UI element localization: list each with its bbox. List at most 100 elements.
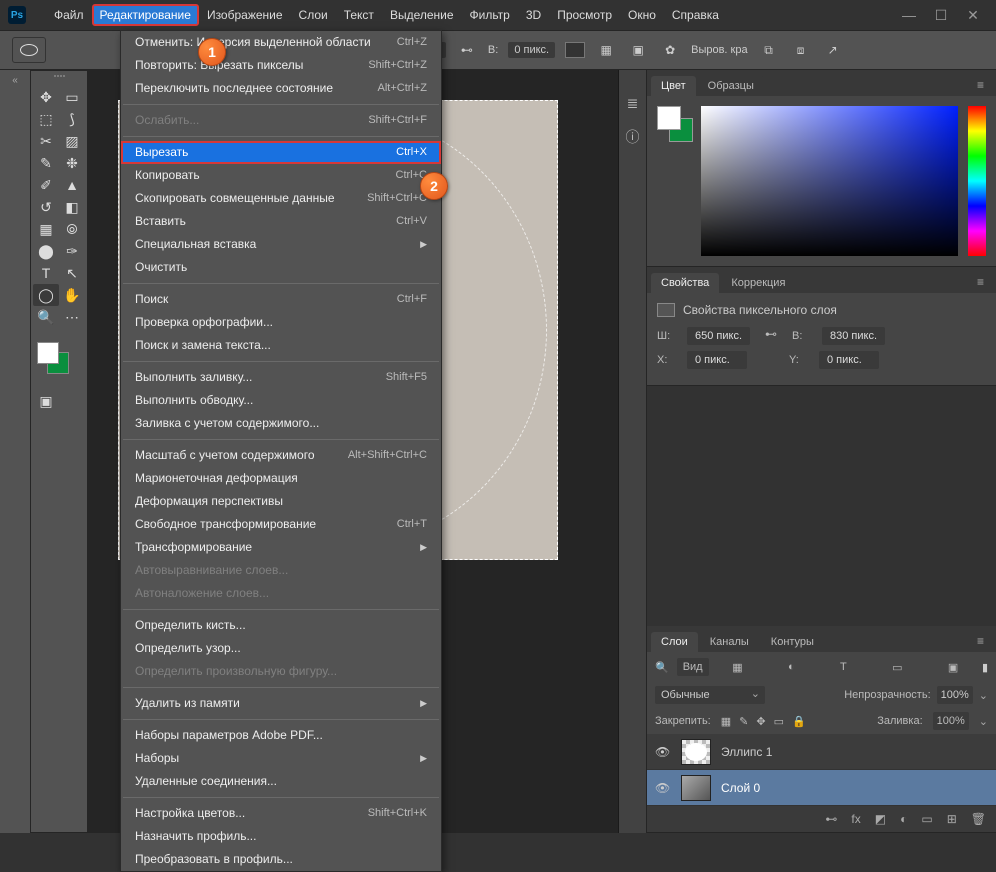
menu-item[interactable]: Поиск и замена текста...: [121, 334, 441, 357]
crop-tool[interactable]: ✂: [33, 130, 59, 152]
filter-type-icon[interactable]: T: [840, 661, 847, 674]
menu-item[interactable]: Назначить профиль...: [121, 825, 441, 848]
menu-item[interactable]: Повторить: Вырезать пикселыShift+Ctrl+Z: [121, 54, 441, 77]
panel-menu-icon[interactable]: ≡: [969, 74, 992, 96]
tab-color[interactable]: Цвет: [651, 76, 696, 96]
menu-item[interactable]: Наборы параметров Adobe PDF...: [121, 724, 441, 747]
menu-item[interactable]: Наборы▶: [121, 747, 441, 770]
menu-просмотр[interactable]: Просмотр: [549, 4, 620, 26]
stroke-path-icon[interactable]: ▦: [595, 39, 617, 61]
lock-position-icon[interactable]: ✥: [756, 715, 765, 728]
healing-tool[interactable]: ❉: [59, 152, 85, 174]
ellipse-tool[interactable]: ◯: [33, 284, 59, 306]
lock-all-icon[interactable]: 🔒: [792, 715, 806, 728]
layer-mask-icon[interactable]: ◩: [875, 812, 886, 826]
menu-item[interactable]: Выполнить заливку...Shift+F5: [121, 366, 441, 389]
info-panel-icon[interactable]: ⓘ: [624, 128, 642, 146]
menu-item[interactable]: Определить узор...: [121, 637, 441, 660]
link-layers-icon[interactable]: ⊷: [825, 812, 837, 826]
lock-artboard-icon[interactable]: ▭: [774, 715, 784, 728]
fill-value[interactable]: 100%: [933, 712, 969, 730]
menu-item[interactable]: Специальная вставка▶: [121, 233, 441, 256]
panel-menu-icon[interactable]: ≡: [969, 630, 992, 652]
menu-item[interactable]: Свободное трансформированиеCtrl+T: [121, 513, 441, 536]
history-brush-tool[interactable]: ↺: [33, 196, 59, 218]
menu-item[interactable]: Отменить: Инверсия выделенной областиCtr…: [121, 31, 441, 54]
panel-collapse-icon[interactable]: «: [4, 72, 26, 88]
dodge-tool[interactable]: ⬤: [33, 240, 59, 262]
layer-fx-icon[interactable]: fx: [851, 812, 860, 826]
menu-item[interactable]: ПоискCtrl+F: [121, 288, 441, 311]
tab-adjustments[interactable]: Коррекция: [721, 273, 795, 293]
link-icon[interactable]: ⊷: [456, 39, 478, 61]
pen-tool[interactable]: ✑: [59, 240, 85, 262]
color-swatches[interactable]: [37, 342, 69, 374]
menu-справка[interactable]: Справка: [664, 4, 727, 26]
stamp-tool[interactable]: ▲: [59, 174, 85, 196]
move-tool[interactable]: ✥: [33, 86, 59, 108]
menu-item[interactable]: Настройка цветов...Shift+Ctrl+K: [121, 802, 441, 825]
layer-filter-select[interactable]: Вид: [677, 658, 709, 676]
menu-текст[interactable]: Текст: [336, 4, 382, 26]
close-button[interactable]: ✕: [966, 8, 980, 22]
tab-properties[interactable]: Свойства: [651, 273, 719, 293]
gradient-tool[interactable]: ▦: [33, 218, 59, 240]
menu-item[interactable]: Проверка орфографии...: [121, 311, 441, 334]
color-fg-bg-swatch[interactable]: [657, 106, 691, 140]
menu-item[interactable]: Выполнить обводку...: [121, 389, 441, 412]
menu-item[interactable]: Деформация перспективы: [121, 490, 441, 513]
group-icon[interactable]: ▭: [921, 812, 932, 826]
visibility-icon[interactable]: 👁: [655, 781, 671, 795]
history-panel-icon[interactable]: ≣: [624, 94, 642, 112]
menu-item[interactable]: Трансформирование▶: [121, 536, 441, 559]
menu-слои[interactable]: Слои: [291, 4, 336, 26]
edit-toolbar[interactable]: ⋯: [59, 306, 85, 328]
menu-item[interactable]: ВырезатьCtrl+X: [121, 141, 441, 164]
path-select-tool[interactable]: ↖: [59, 262, 85, 284]
hue-slider[interactable]: [968, 106, 986, 256]
tab-layers[interactable]: Слои: [651, 632, 698, 652]
prop-y[interactable]: 0 пикс.: [819, 351, 879, 369]
eyedropper-tool[interactable]: ✎: [33, 152, 59, 174]
opacity-value[interactable]: 100%: [937, 686, 973, 704]
prop-height[interactable]: 830 пикс.: [822, 327, 885, 345]
menu-фильтр[interactable]: Фильтр: [462, 4, 518, 26]
artboard-tool[interactable]: ▭: [59, 86, 85, 108]
menu-item[interactable]: ВставитьCtrl+V: [121, 210, 441, 233]
menu-item[interactable]: Марионеточная деформация: [121, 467, 441, 490]
maximize-button[interactable]: ☐: [934, 8, 948, 22]
arrange-icon[interactable]: ⧉: [758, 39, 780, 61]
menu-item[interactable]: Очистить: [121, 256, 441, 279]
minimize-button[interactable]: —: [902, 8, 916, 22]
menu-выделение[interactable]: Выделение: [382, 4, 462, 26]
filter-pixel-icon[interactable]: ▦: [732, 661, 742, 674]
active-tool-preset[interactable]: [12, 37, 46, 63]
new-layer-icon[interactable]: ⊞: [947, 812, 957, 826]
fill-swatch-icon[interactable]: [565, 42, 585, 58]
share-icon[interactable]: ↗: [822, 39, 844, 61]
delete-layer-icon[interactable]: 🗑: [971, 812, 986, 826]
frame-tool[interactable]: ▨: [59, 130, 85, 152]
tab-paths[interactable]: Контуры: [761, 632, 824, 652]
menu-окно[interactable]: Окно: [620, 4, 664, 26]
prop-x[interactable]: 0 пикс.: [687, 351, 747, 369]
menu-item[interactable]: Удалить из памяти▶: [121, 692, 441, 715]
type-tool[interactable]: T: [33, 262, 59, 284]
filter-toggle[interactable]: ▮: [982, 661, 988, 674]
menu-item[interactable]: Определить кисть...: [121, 614, 441, 637]
menu-item[interactable]: КопироватьCtrl+C: [121, 164, 441, 187]
lock-transparent-icon[interactable]: ▦: [721, 715, 731, 728]
marquee-tool[interactable]: ⬚: [33, 108, 59, 130]
menu-item[interactable]: Масштаб с учетом содержимогоAlt+Shift+Ct…: [121, 444, 441, 467]
tab-swatches[interactable]: Образцы: [698, 76, 764, 96]
brush-tool[interactable]: ✐: [33, 174, 59, 196]
link-wh-icon[interactable]: ⊷: [762, 327, 780, 345]
bool-subtract-icon[interactable]: ▣: [627, 39, 649, 61]
hand-tool[interactable]: ✋: [59, 284, 85, 306]
filter-smart-icon[interactable]: ▣: [948, 661, 958, 674]
filter-adjust-icon[interactable]: ◐: [788, 661, 795, 674]
eraser-tool[interactable]: ◧: [59, 196, 85, 218]
menu-файл[interactable]: Файл: [46, 4, 92, 26]
menu-редактирование[interactable]: Редактирование: [92, 4, 199, 26]
blend-mode-select[interactable]: Обычные: [655, 686, 765, 704]
